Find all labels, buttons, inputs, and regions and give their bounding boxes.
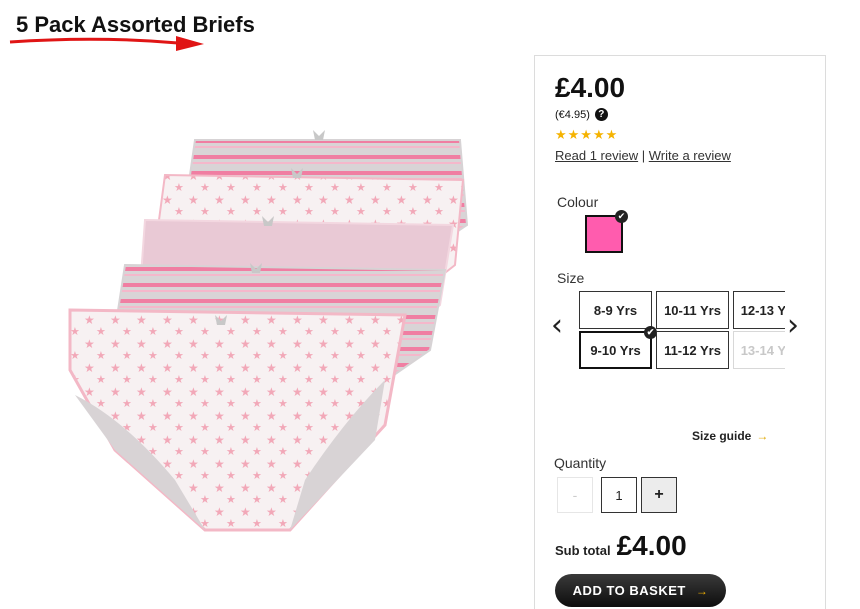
read-review-link[interactable]: Read 1 review xyxy=(555,148,638,163)
size-label: Size xyxy=(557,270,585,286)
size-prev-arrow[interactable]: ‹ xyxy=(551,311,563,341)
add-to-basket-label: ADD TO BASKET xyxy=(572,583,686,598)
add-to-basket-button[interactable]: ADD TO BASKET → xyxy=(555,574,726,607)
subtotal-value: £4.00 xyxy=(616,530,687,561)
quantity-label: Quantity xyxy=(554,455,607,471)
star-rating: ★★★★★ xyxy=(555,127,619,142)
purchase-panel: £4.00 (€4.95) ? ★★★★★ Read 1 review | Wr… xyxy=(534,55,826,609)
size-option-13-14: 13-14 Yrs xyxy=(733,331,785,369)
price: £4.00 xyxy=(555,72,626,103)
euro-price-row: (€4.95) ? xyxy=(555,108,608,121)
write-review-link[interactable]: Write a review xyxy=(649,148,731,163)
size-option-11-12[interactable]: 11-12 Yrs xyxy=(656,331,729,369)
size-guide-link[interactable]: Size guide → xyxy=(692,429,768,443)
size-option-10-11[interactable]: 10-11 Yrs xyxy=(656,291,729,329)
review-links: Read 1 review | Write a review xyxy=(555,148,731,163)
annotation-arrow xyxy=(9,36,204,51)
subtotal-row: Sub total £4.00 xyxy=(555,530,687,562)
arrow-right-icon: → xyxy=(695,583,709,598)
size-next-arrow[interactable]: › xyxy=(787,311,799,341)
size-option-9-10[interactable]: 9-10 Yrs ✔ xyxy=(579,326,657,369)
euro-price: (€4.95) xyxy=(555,108,590,121)
quantity-input[interactable]: 1 xyxy=(601,477,637,513)
size-guide-label: Size guide xyxy=(692,429,752,443)
arrow-right-icon: → xyxy=(756,429,769,443)
quantity-decrease-button[interactable]: - xyxy=(557,477,593,513)
colour-label: Colour xyxy=(557,194,599,210)
review-separator: | xyxy=(641,148,646,163)
product-image: ★ ★ xyxy=(68,130,469,532)
size-option-8-9[interactable]: 8-9 Yrs xyxy=(579,291,652,329)
colour-swatch-pink[interactable]: ✔ xyxy=(585,210,628,253)
size-carousel: 8-9 Yrs 10-11 Yrs 12-13 Yrs 9-10 Yrs ✔ 1… xyxy=(579,291,785,371)
quantity-increase-button[interactable]: + xyxy=(641,477,677,513)
subtotal-label: Sub total xyxy=(555,543,611,558)
size-option-12-13[interactable]: 12-13 Yrs xyxy=(733,291,785,329)
help-icon[interactable]: ? xyxy=(594,108,608,121)
check-icon: ✔ xyxy=(615,210,628,223)
size-option-label: 9-10 Yrs xyxy=(590,342,641,358)
